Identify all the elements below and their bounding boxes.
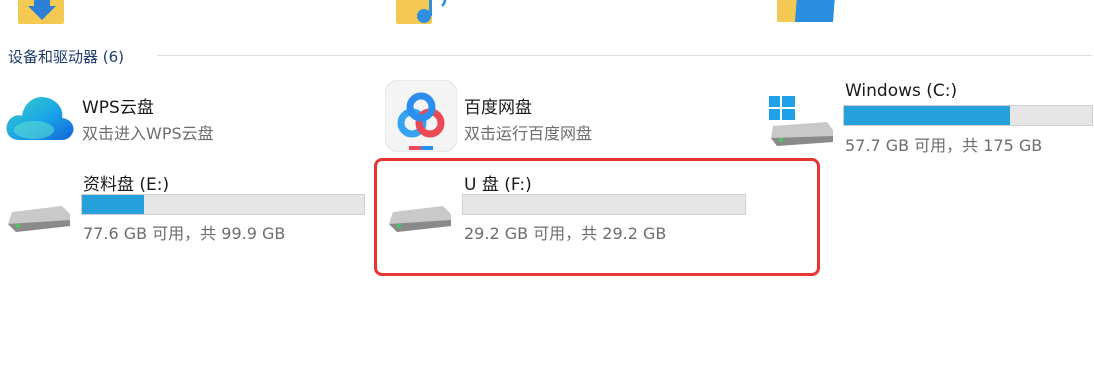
drive-c-tile[interactable]: Windows (C:) 57.7 GB 可用，共 175 GB (765, 78, 1094, 158)
section-title: 设备和驱动器 (6) (8, 47, 125, 66)
section-divider (157, 55, 1092, 56)
drive-c-usage-fill (844, 106, 1011, 125)
wps-cloud-tile[interactable]: WPS云盘 双击进入WPS云盘 (0, 82, 360, 152)
wps-cloud-name: WPS云盘 (82, 98, 154, 118)
wps-cloud-icon (4, 88, 76, 148)
drive-e-space: 77.6 GB 可用，共 99.9 GB (83, 224, 286, 243)
desktop-folder-icon[interactable] (777, 0, 835, 26)
drive-e-usage-fill (82, 195, 145, 214)
highlight-box (374, 158, 820, 276)
baidu-netdisk-subtitle: 双击运行百度网盘 (464, 124, 593, 143)
music-folder-icon[interactable] (396, 0, 447, 26)
downloads-folder-icon[interactable] (18, 0, 66, 26)
baidu-netdisk-tile[interactable]: 百度网盘 双击运行百度网盘 (383, 79, 763, 153)
drive-c-name: Windows (C:) (845, 81, 958, 101)
devices-section-header[interactable]: 设备和驱动器 (6) (8, 43, 124, 69)
hard-drive-icon (6, 202, 72, 242)
wps-cloud-subtitle: 双击进入WPS云盘 (82, 124, 214, 143)
baidu-netdisk-icon (384, 79, 458, 156)
baidu-netdisk-name: 百度网盘 (464, 98, 532, 118)
drive-e-tile[interactable]: 资料盘 (E:) 77.6 GB 可用，共 99.9 GB (0, 166, 370, 246)
drive-e-name: 资料盘 (E:) (83, 175, 170, 195)
drive-c-space: 57.7 GB 可用，共 175 GB (845, 136, 1043, 155)
drive-c-usage-bar (843, 105, 1093, 126)
windows-drive-icon (767, 96, 835, 152)
drive-e-usage-bar (81, 194, 365, 215)
